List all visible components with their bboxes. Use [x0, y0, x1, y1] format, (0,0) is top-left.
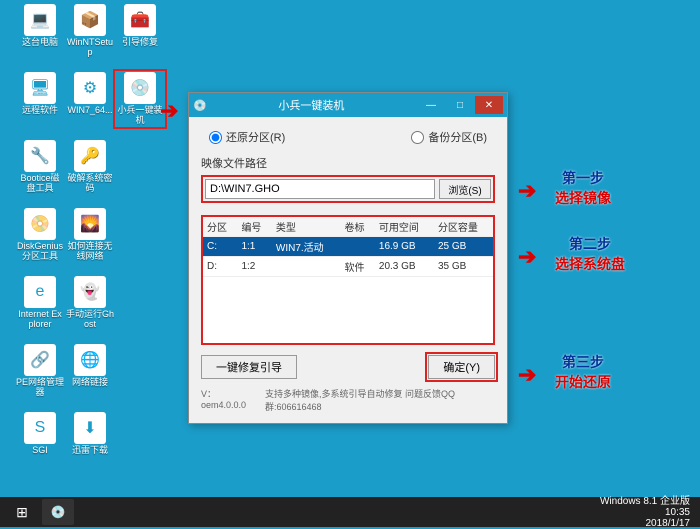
app-icon: 💻 [24, 4, 56, 36]
app-window: 💿 小兵一键装机 — □ ✕ 还原分区(R) 备份分区(B) 映像文件路径 浏览… [188, 92, 508, 424]
icon-label: 迅雷下载 [66, 446, 114, 456]
partition-table: 分区编号类型卷标可用空间分区容量 C:1:1WIN7.活动16.9 GB25 G… [203, 217, 493, 277]
icon-label: 手动运行Ghost [66, 310, 114, 330]
icon-label: 网络链接 [66, 378, 114, 388]
col-header[interactable]: 分区容量 [434, 217, 493, 237]
col-header[interactable]: 类型 [272, 217, 341, 237]
desktop-icon[interactable]: 🖥 远程软件 [16, 72, 64, 116]
icon-label: WIN7_64... [66, 106, 114, 116]
taskbar: ⊞ 💿 Windows 8.1 企业版 10:35 2018/1/17 [0, 497, 700, 527]
desktop-icon[interactable]: 💿小兵一键装机 [116, 72, 164, 126]
desktop-icon[interactable]: 🧰 引导修复 [116, 4, 164, 48]
desktop-icon[interactable]: 🔗PE网络管理器 [16, 344, 64, 398]
support-label: 支持多种镜像,多系统引导自动修复 问题反馈QQ群:606616468 [265, 387, 495, 413]
col-header[interactable]: 分区 [203, 217, 237, 237]
app-icon: 📦 [74, 4, 106, 36]
desktop-icon[interactable]: 💻 这台电脑 [16, 4, 64, 48]
app-icon: ⚙ [74, 72, 106, 104]
desktop-icon[interactable]: ⚙ WIN7_64... [66, 72, 114, 116]
browse-button[interactable]: 浏览(S) [439, 179, 491, 199]
app-icon: 🔑 [74, 140, 106, 172]
app-icon: 🔗 [24, 344, 56, 376]
partition-table-wrap: 分区编号类型卷标可用空间分区容量 C:1:1WIN7.活动16.9 GB25 G… [201, 215, 495, 345]
app-icon: ⬇ [74, 412, 106, 444]
table-row[interactable]: D:1:2软件20.3 GB35 GB [203, 257, 493, 277]
icon-label: Bootice磁盘工具 [16, 174, 64, 194]
image-path-input[interactable] [205, 179, 435, 199]
icon-label: 破解系统密码 [66, 174, 114, 194]
icon-label: 这台电脑 [16, 38, 64, 48]
window-title: 小兵一键装机 [207, 97, 416, 113]
minimize-button[interactable]: — [417, 96, 445, 114]
radio-backup[interactable]: 备份分区(B) [411, 129, 487, 145]
icon-label: WinNTSetup [66, 38, 114, 58]
close-button[interactable]: ✕ [475, 96, 503, 114]
desktop-icon[interactable]: 🌐 网络链接 [66, 344, 114, 388]
window-body: 还原分区(R) 备份分区(B) 映像文件路径 浏览(S) 分区编号类型卷标可用空… [189, 117, 507, 423]
path-label: 映像文件路径 [201, 155, 495, 171]
system-tray[interactable]: Windows 8.1 企业版 10:35 2018/1/17 [600, 496, 696, 529]
start-button[interactable]: ⊞ [4, 499, 40, 525]
radio-restore[interactable]: 还原分区(R) [209, 129, 285, 145]
icon-label: 引导修复 [116, 38, 164, 48]
repair-boot-button[interactable]: 一键修复引导 [201, 355, 297, 379]
app-icon: 🧰 [124, 4, 156, 36]
desktop-icon[interactable]: 🔧Bootice磁盘工具 [16, 140, 64, 194]
taskbar-item-app[interactable]: 💿 [42, 499, 74, 525]
icon-label: 小兵一键装机 [116, 106, 164, 126]
desktop-icon[interactable]: 📀DiskGenius分区工具 [16, 208, 64, 262]
desktop-icon[interactable]: eInternet Explorer [16, 276, 64, 330]
desktop-icon[interactable]: 🌄如何连接无线网络 [66, 208, 114, 262]
app-icon: 🌄 [74, 208, 106, 240]
app-icon: 🌐 [74, 344, 106, 376]
desktop-icon[interactable]: 📦WinNTSetup [66, 4, 114, 58]
radio-restore-input[interactable] [209, 131, 222, 144]
desktop-icon[interactable]: S SGI [16, 412, 64, 456]
table-row[interactable]: C:1:1WIN7.活动16.9 GB25 GB [203, 237, 493, 257]
sys-icon: 💿 [193, 99, 207, 112]
app-icon: e [24, 276, 56, 308]
clock-time: 10:35 [665, 507, 690, 518]
app-icon: 🔧 [24, 140, 56, 172]
icon-label: DiskGenius分区工具 [16, 242, 64, 262]
version-label: V：oem4.0.0.0 [201, 387, 257, 413]
col-header[interactable]: 可用空间 [375, 217, 434, 237]
icon-label: 如何连接无线网络 [66, 242, 114, 262]
app-icon: 📀 [24, 208, 56, 240]
desktop-icon[interactable]: 🔑破解系统密码 [66, 140, 114, 194]
desktop-icon[interactable]: 👻手动运行Ghost [66, 276, 114, 330]
ok-button[interactable]: 确定(Y) [428, 355, 495, 379]
app-icon: 💿 [124, 72, 156, 104]
app-icon: 👻 [74, 276, 106, 308]
icon-label: PE网络管理器 [16, 378, 64, 398]
desktop-icon[interactable]: ⬇ 迅雷下载 [66, 412, 114, 456]
col-header[interactable]: 编号 [237, 217, 271, 237]
titlebar[interactable]: 💿 小兵一键装机 — □ ✕ [189, 93, 507, 117]
path-row: 浏览(S) [201, 175, 495, 203]
icon-label: Internet Explorer [16, 310, 64, 330]
icon-label: 远程软件 [16, 106, 64, 116]
maximize-button[interactable]: □ [446, 96, 474, 114]
app-icon: 🖥 [24, 72, 56, 104]
radio-backup-input[interactable] [411, 131, 424, 144]
col-header[interactable]: 卷标 [340, 217, 374, 237]
icon-label: SGI [16, 446, 64, 456]
os-label: Windows 8.1 企业版 [600, 496, 690, 507]
app-icon: S [24, 412, 56, 444]
